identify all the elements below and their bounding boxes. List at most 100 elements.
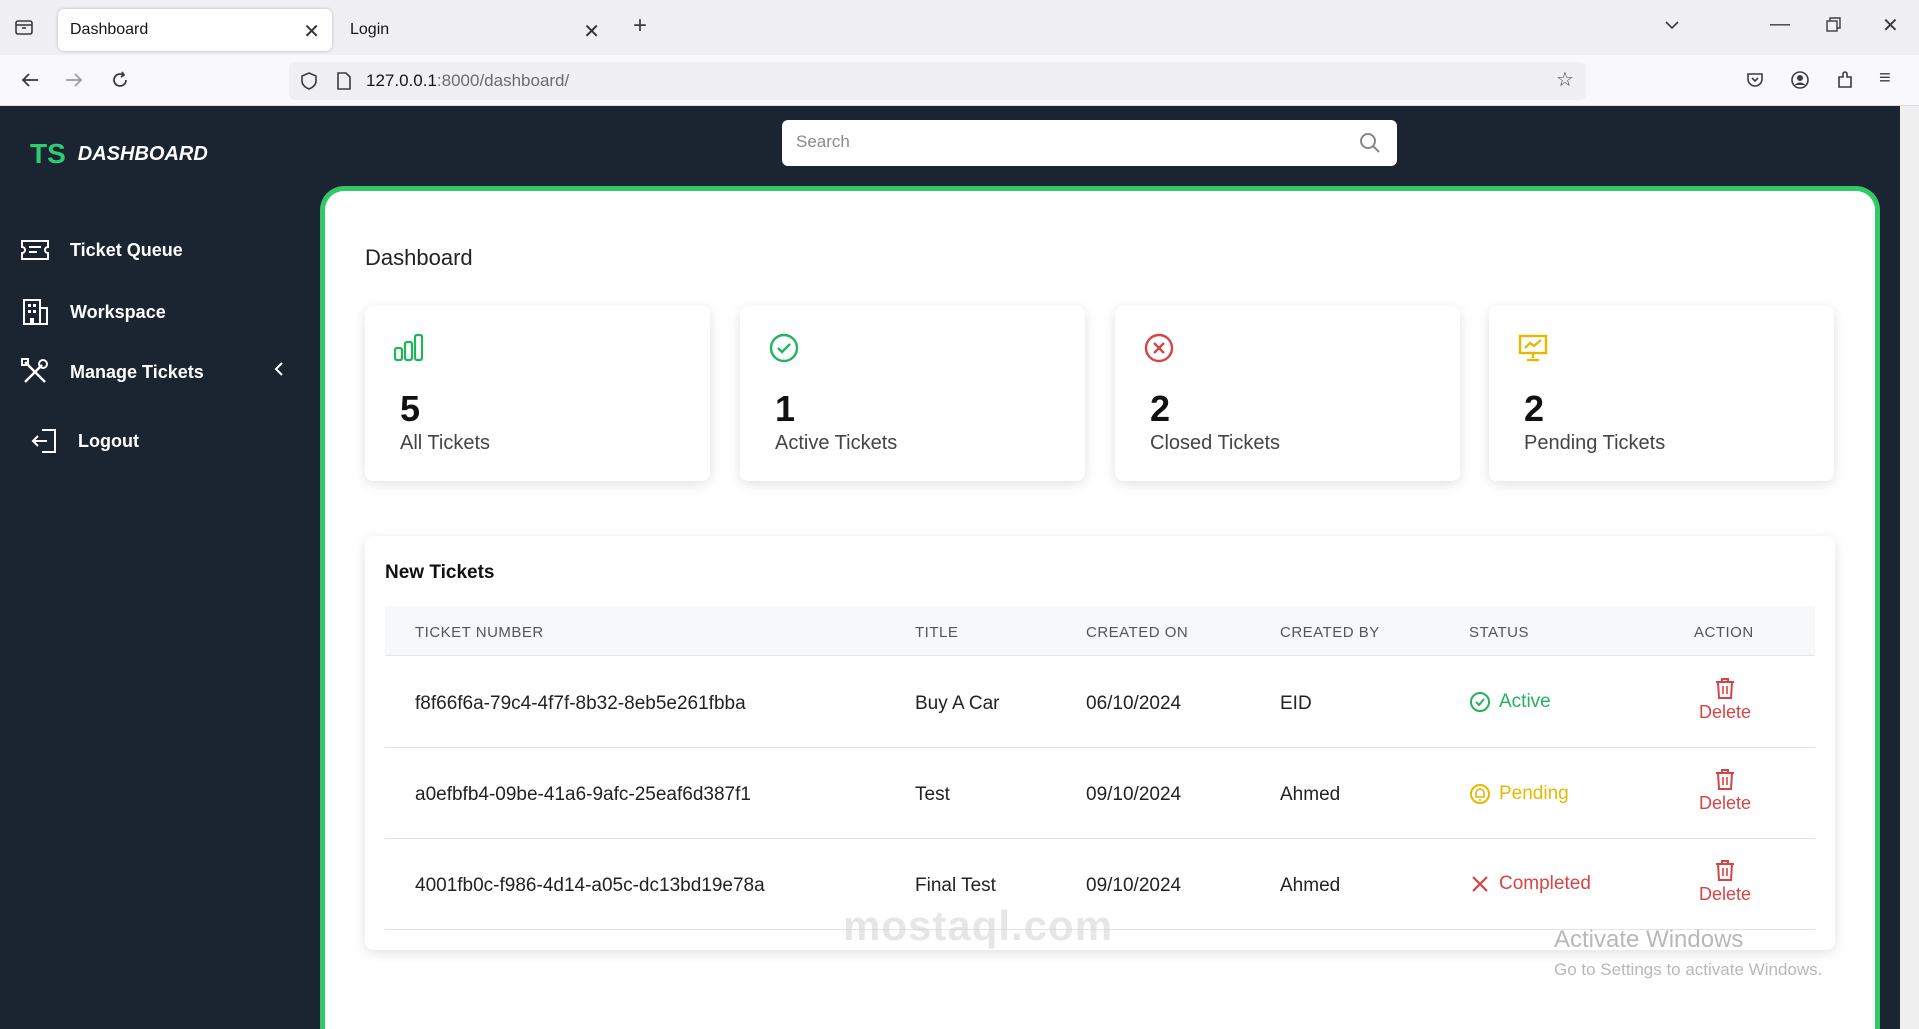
pocket-icon[interactable] xyxy=(1745,70,1765,94)
forward-icon[interactable] xyxy=(64,70,84,94)
tab-list-icon[interactable] xyxy=(14,17,34,41)
chevron-down-icon[interactable] xyxy=(1663,16,1681,38)
x-circle-icon xyxy=(1143,332,1175,369)
logout-icon xyxy=(31,429,56,453)
search-input[interactable] xyxy=(796,120,1336,164)
sidebar-item-label: Ticket Queue xyxy=(70,239,183,260)
page-title: Dashboard xyxy=(365,245,473,270)
table-row: f8f66f6a-79c4-4f7f-8b32-8eb5e261fbba Buy… xyxy=(385,657,1815,748)
sidebar-item-label: Workspace xyxy=(70,301,166,322)
ticket-created-on: 06/10/2024 xyxy=(1086,693,1182,714)
stat-label: All Tickets xyxy=(400,432,491,454)
back-icon[interactable] xyxy=(20,70,40,94)
delete-button[interactable]: Delete xyxy=(1695,677,1755,723)
check-circle-icon xyxy=(1470,692,1490,712)
scrollbar[interactable] xyxy=(1900,106,1919,1029)
ticket-icon xyxy=(21,240,49,260)
status-badge: Completed xyxy=(1469,873,1591,895)
column-header: TITLE xyxy=(915,624,959,641)
shield-icon[interactable] xyxy=(299,71,319,95)
ticket-created-on: 09/10/2024 xyxy=(1086,875,1182,896)
tools-icon xyxy=(21,358,48,383)
delete-label: Delete xyxy=(1698,793,1752,813)
table-title: New Tickets xyxy=(385,562,495,583)
watermark-line1: Activate Windows xyxy=(1554,926,1744,953)
ticket-title: Final Test xyxy=(915,875,996,896)
column-header: CREATED ON xyxy=(1086,624,1189,641)
delete-label: Delete xyxy=(1698,884,1752,904)
sidebar-item-label: Logout xyxy=(78,430,139,451)
stat-value: 2 xyxy=(1524,388,1545,429)
close-tab-icon[interactable]: ✕ xyxy=(583,19,600,44)
extensions-icon[interactable] xyxy=(1835,70,1855,94)
close-window-icon[interactable]: ✕ xyxy=(1882,16,1899,36)
menu-icon[interactable]: ≡ xyxy=(1879,68,1891,88)
stat-card-closed-tickets[interactable]: 2 Closed Tickets xyxy=(1115,306,1460,481)
ticket-number[interactable]: 4001fb0c-f986-4d14-a05c-dc13bd19e78a xyxy=(415,875,765,897)
sidebar-item-workspace[interactable]: Workspace xyxy=(20,298,166,326)
ticket-number[interactable]: a0efbfb4-09be-41a6-9afc-25eaf6d387f1 xyxy=(415,784,751,806)
ticket-created-by: Ahmed xyxy=(1280,784,1341,805)
restore-icon[interactable] xyxy=(1825,17,1841,37)
close-tab-icon[interactable]: ✕ xyxy=(303,19,320,44)
ticket-created-on: 09/10/2024 xyxy=(1086,784,1182,805)
url-path: :8000/dashboard/ xyxy=(436,71,570,90)
delete-button[interactable]: Delete xyxy=(1695,859,1755,905)
trash-icon xyxy=(1716,860,1734,881)
ticket-title: Buy A Car xyxy=(915,693,1000,714)
stat-card-pending-tickets[interactable]: 2 Pending Tickets xyxy=(1489,306,1834,481)
trash-icon xyxy=(1716,769,1734,790)
watermark-line2: Go to Settings to activate Windows. xyxy=(1554,960,1823,979)
star-icon[interactable]: ☆ xyxy=(1556,70,1574,90)
trash-icon xyxy=(1716,678,1734,699)
url-text[interactable]: 127.0.0.1:8000/dashboard/ xyxy=(366,71,569,91)
presentation-chart-icon xyxy=(1517,332,1549,369)
status-label: Completed xyxy=(1499,873,1591,894)
check-circle-icon xyxy=(768,332,800,369)
status-badge: Active xyxy=(1469,691,1551,713)
ticket-created-by: EID xyxy=(1280,693,1312,714)
ticket-title: Test xyxy=(915,784,950,805)
bell-icon xyxy=(1470,784,1490,804)
tab-login[interactable]: Login ✕ xyxy=(338,9,612,51)
column-header: STATUS xyxy=(1469,624,1529,641)
column-header: CREATED BY xyxy=(1280,624,1380,641)
minimize-icon[interactable]: — xyxy=(1770,14,1790,34)
activate-windows-watermark: Activate Windows Go to Settings to activ… xyxy=(1554,926,1822,980)
sidebar-item-manage-tickets[interactable]: Manage Tickets xyxy=(20,357,204,387)
stat-label: Pending Tickets xyxy=(1524,432,1666,454)
sidebar-item-label: Manage Tickets xyxy=(70,361,204,382)
reload-icon[interactable] xyxy=(110,70,130,94)
new-tab-icon[interactable]: + xyxy=(633,14,647,38)
delete-button[interactable]: Delete xyxy=(1695,768,1755,814)
site-watermark: mostaql.com xyxy=(843,902,1114,949)
stat-label: Closed Tickets xyxy=(1150,432,1281,454)
table-header: TICKET NUMBER TITLE CREATED ON CREATED B… xyxy=(385,606,1815,656)
stat-card-all-tickets[interactable]: 5 All Tickets xyxy=(365,306,710,481)
search-box xyxy=(782,120,1397,166)
column-header: ACTION xyxy=(1694,624,1754,641)
stat-value: 2 xyxy=(1150,388,1171,429)
search-icon[interactable] xyxy=(1359,132,1381,159)
url-host: 127.0.0.1 xyxy=(366,71,437,90)
ticket-number[interactable]: f8f66f6a-79c4-4f7f-8b32-8eb5e261fbba xyxy=(415,693,746,715)
sidebar-item-logout[interactable]: Logout xyxy=(30,427,139,455)
bar-chart-icon xyxy=(393,332,425,367)
column-header: TICKET NUMBER xyxy=(415,624,544,641)
delete-label: Delete xyxy=(1698,702,1752,722)
sidebar-item-ticket-queue[interactable]: Ticket Queue xyxy=(20,238,183,262)
stat-value: 1 xyxy=(775,388,796,429)
stat-value: 5 xyxy=(400,388,421,429)
browser-tab-bar: Dashboard ✕ Login ✕ + — ✕ xyxy=(0,0,1919,55)
brand-short: TS xyxy=(30,138,66,169)
page-icon xyxy=(335,71,353,95)
stat-card-active-tickets[interactable]: 1 Active Tickets xyxy=(740,306,1085,481)
status-label: Active xyxy=(1499,691,1551,712)
chevron-left-icon[interactable] xyxy=(272,360,286,384)
account-icon[interactable] xyxy=(1790,70,1810,94)
building-icon xyxy=(23,299,48,325)
brand-logo[interactable]: TS DASHBOARD xyxy=(30,138,208,170)
status-label: Pending xyxy=(1499,783,1569,804)
tab-dashboard[interactable]: Dashboard ✕ xyxy=(58,9,332,51)
tab-label: Dashboard xyxy=(70,21,149,38)
